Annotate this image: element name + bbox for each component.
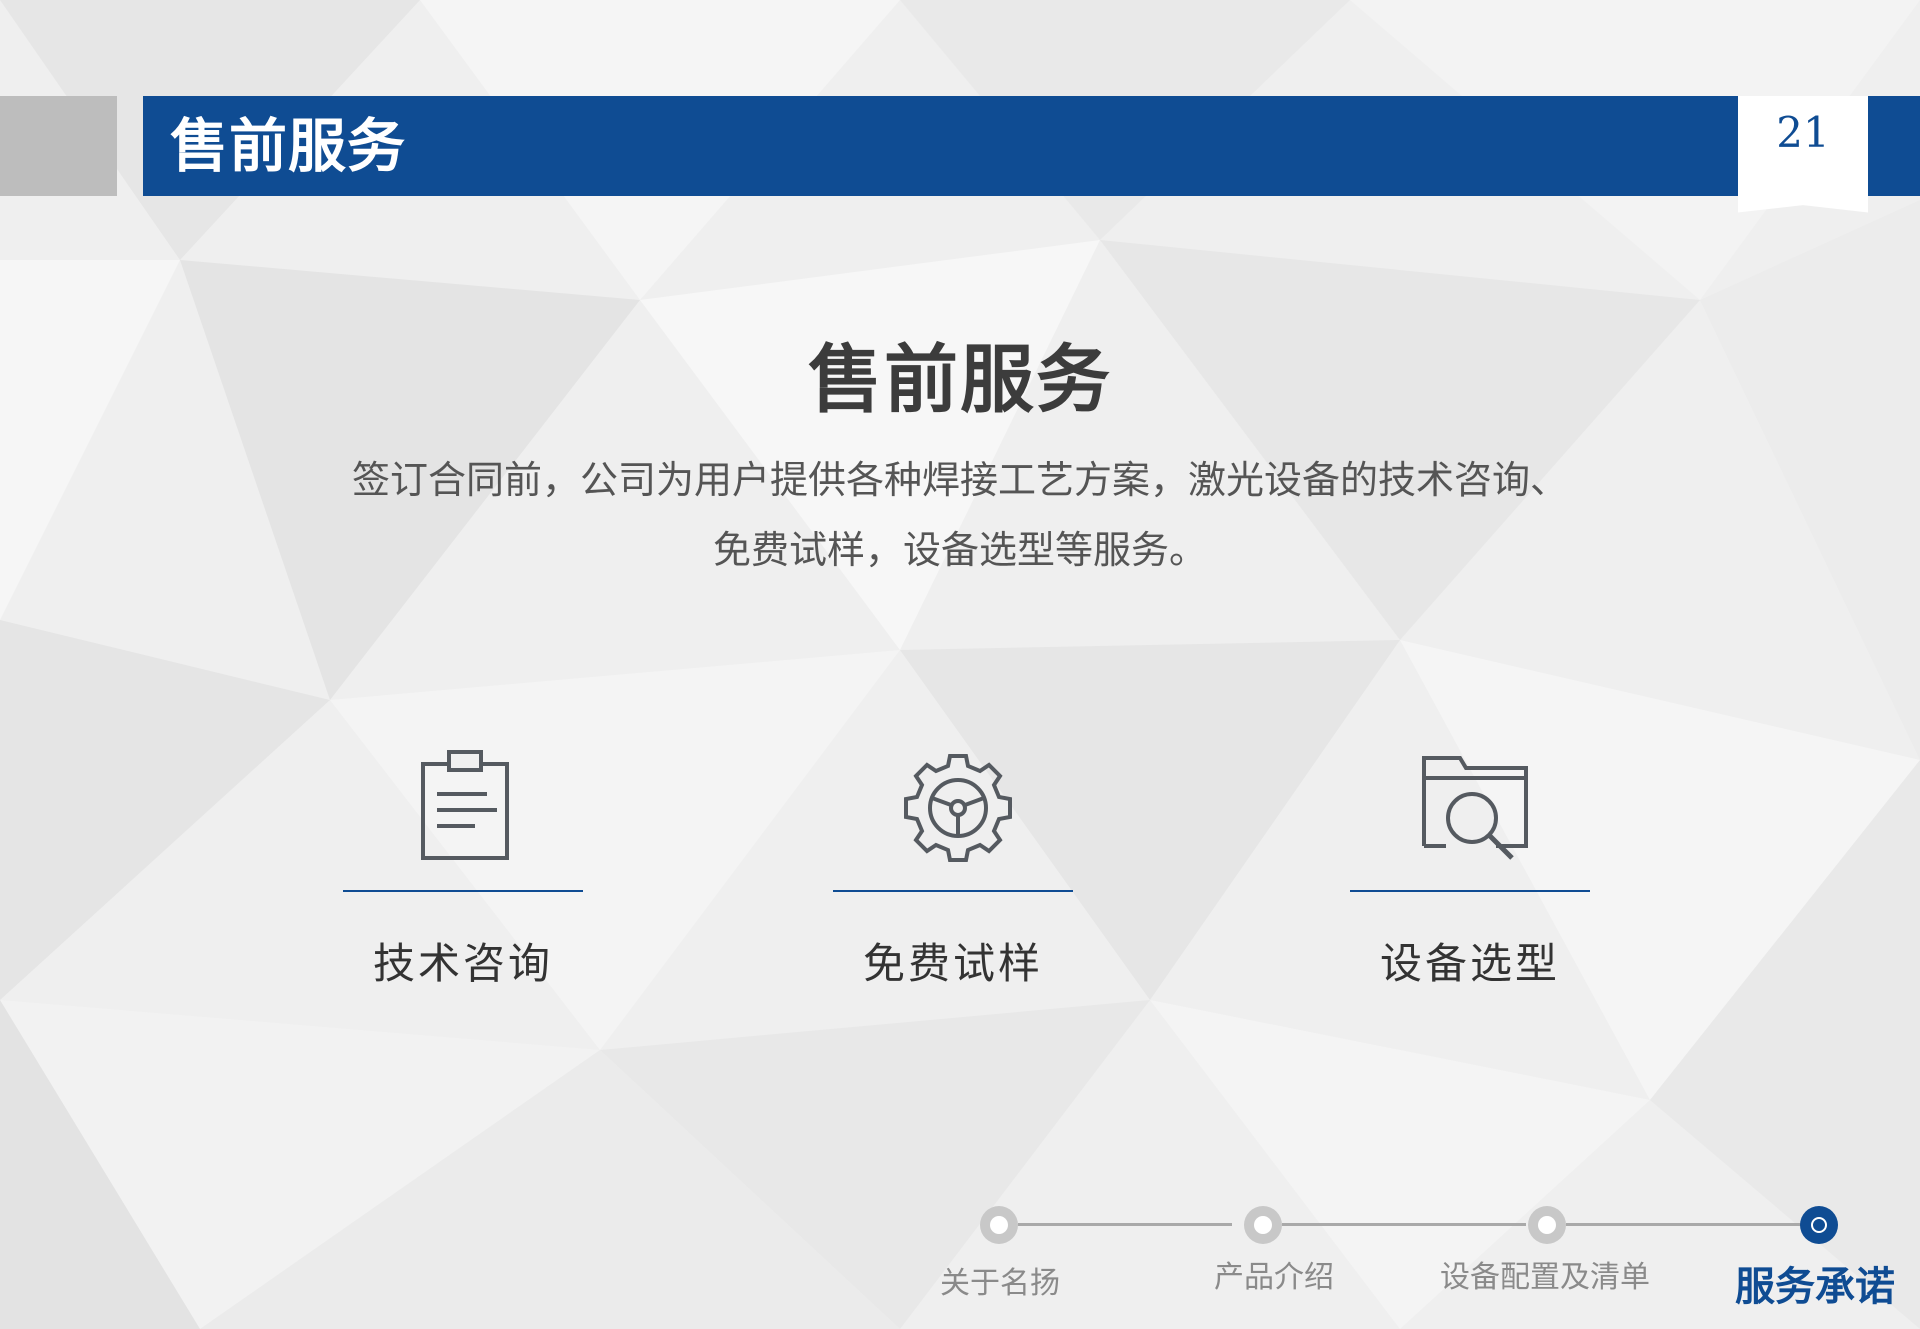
service-label: 技术咨询: [372, 939, 553, 988]
header-bar: [143, 96, 1920, 196]
background-pattern: [0, 0, 1920, 1329]
header-accent-block: [0, 96, 117, 196]
nav-connector: [1282, 1223, 1526, 1226]
description-line: 免费试样，设备选型等服务。: [712, 528, 1207, 572]
nav-dot-about[interactable]: [980, 1206, 1018, 1244]
service-card-selection: 设备选型: [1350, 740, 1590, 1000]
nav-item-configuration[interactable]: 设备配置及清单: [1430, 1252, 1660, 1296]
service-label: 设备选型: [1379, 939, 1560, 988]
clipboard-icon: [421, 750, 509, 860]
nav-dot-service[interactable]: [1800, 1206, 1838, 1244]
nav-connector: [1018, 1223, 1232, 1226]
nav-item-service[interactable]: 服务承诺: [1715, 1254, 1915, 1312]
section-title: 售前服务: [808, 337, 1112, 423]
nav-dot-products[interactable]: [1244, 1206, 1282, 1244]
card-divider: [833, 890, 1073, 892]
folder-search-icon: [1422, 756, 1528, 860]
card-divider: [343, 890, 583, 892]
nav-item-about[interactable]: 关于名扬: [920, 1258, 1080, 1302]
service-label: 免费试样: [862, 939, 1043, 988]
service-card-consulting: 技术咨询: [343, 740, 583, 1000]
card-divider: [1350, 890, 1590, 892]
section-description: 签订合同前，公司为用户提供各种焊接工艺方案，激光设备的技术咨询、 免费试样，设备…: [290, 445, 1630, 585]
description-line: 签订合同前，公司为用户提供各种焊接工艺方案，激光设备的技术咨询、: [351, 458, 1568, 502]
header-title: 售前服务: [170, 112, 407, 180]
page-number: 21: [1776, 108, 1830, 157]
nav-connector: [1566, 1223, 1806, 1226]
gear-icon: [904, 754, 1012, 862]
nav-dot-configuration[interactable]: [1528, 1206, 1566, 1244]
nav-item-products[interactable]: 产品介绍: [1194, 1252, 1354, 1296]
service-card-sample: 免费试样: [833, 740, 1073, 1000]
